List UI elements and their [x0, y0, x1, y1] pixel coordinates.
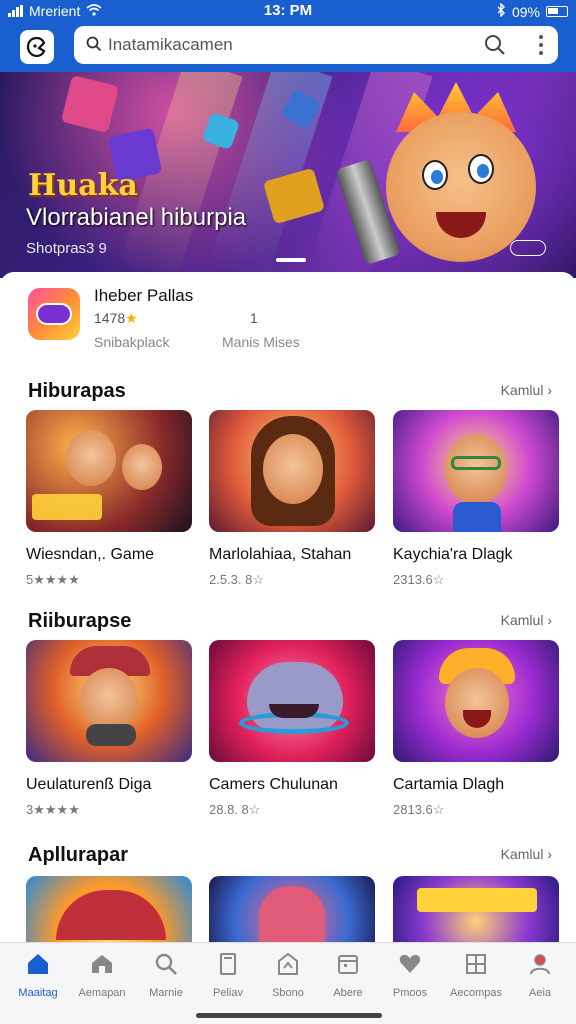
- search-icon: [153, 951, 179, 977]
- featured-app-meta: Manis Mises: [222, 334, 300, 350]
- banner-caption: Shotpras3 9: [26, 240, 107, 257]
- see-more-link[interactable]: Kamlul ›: [501, 382, 552, 398]
- calendar-icon: [335, 951, 361, 977]
- chevron-right-icon: ›: [547, 612, 552, 628]
- featured-app-rating: 1478★: [94, 310, 138, 326]
- nav-item-store[interactable]: Aemapan: [70, 951, 134, 999]
- nav-item-calendar[interactable]: Abere: [316, 951, 380, 999]
- status-bar: Mrerient 13: PM 09%: [0, 0, 576, 22]
- section-header: Riiburapse Kamlul ›: [0, 610, 576, 634]
- app-logo-icon[interactable]: [20, 30, 54, 64]
- app-title: Ueulaturenß Diga: [26, 776, 152, 793]
- see-more-link[interactable]: Kamlul ›: [501, 612, 552, 628]
- chevron-right-icon: ›: [547, 846, 552, 862]
- app-thumbnail[interactable]: [26, 876, 192, 946]
- banner-title: Huaka: [28, 168, 138, 203]
- bluetooth-icon: [496, 2, 506, 20]
- heart-icon: [397, 951, 423, 977]
- home-icon: [25, 951, 51, 977]
- section-title: Hiburapas: [28, 380, 126, 402]
- star-icon: ★: [125, 310, 138, 326]
- nav-item-search[interactable]: Marnie: [134, 951, 198, 999]
- profile-icon: [527, 951, 553, 977]
- section-title: Aplluraрar: [28, 844, 129, 866]
- nav-item-profile[interactable]: Aeia: [508, 951, 572, 999]
- app-thumbnail: [393, 640, 559, 762]
- book-icon: [215, 951, 241, 977]
- app-title: Cartamia Dlagh: [393, 776, 505, 793]
- carousel-indicator[interactable]: [276, 258, 306, 262]
- app-title: Camers Chulunan: [209, 776, 338, 793]
- chevron-right-icon: ›: [547, 382, 552, 398]
- see-more-link[interactable]: Kamlul ›: [501, 846, 552, 862]
- status-time: 13: PM: [263, 2, 313, 19]
- content-sheet: Iheber Pallas 1478★ 1 Snibakplack Manis …: [0, 272, 576, 952]
- app-row: [0, 876, 576, 946]
- store-icon: [89, 951, 115, 977]
- app-title: Kaychia'ra Dlagk: [393, 546, 513, 563]
- app-row: Ueulaturenß Diga 3★★★★ Camers Chulunan 2…: [0, 640, 576, 830]
- featured-app[interactable]: Iheber Pallas 1478★ 1 Snibakplack Manis …: [0, 272, 576, 362]
- app-rating: 3★★★★: [26, 802, 80, 817]
- banner-badge-icon: [510, 240, 546, 256]
- section-header: Hiburapas Kamlul ›: [0, 380, 576, 404]
- bag-icon: [275, 951, 301, 977]
- home-indicator[interactable]: [196, 1013, 382, 1018]
- search-submit-icon[interactable]: [484, 34, 506, 61]
- app-thumbnail: [26, 410, 192, 532]
- app-thumbnail[interactable]: [209, 876, 375, 946]
- app-thumbnail: [209, 410, 375, 532]
- app-card[interactable]: Camers Chulunan 28.8. 8☆: [209, 640, 375, 830]
- app-card[interactable]: Marlolahiaa, Stahan 2.5.3. 8☆: [209, 410, 375, 600]
- search-icon: [86, 36, 102, 57]
- promo-banner[interactable]: Huaka Vlorrabianel hiburpia Shotpras3 9: [0, 72, 576, 278]
- featured-app-developer: Snibakplack: [94, 334, 170, 350]
- app-card[interactable]: Cartamia Dlagh 2813.6☆: [393, 640, 559, 830]
- app-rating: 2813.6☆: [393, 802, 445, 817]
- more-options-icon[interactable]: [538, 35, 544, 55]
- search-input[interactable]: [108, 32, 488, 58]
- featured-app-count: 1: [250, 310, 258, 326]
- app-row: Wiesndan,. Game 5★★★★ Marlolahiaa, Staha…: [0, 410, 576, 600]
- nav-item-bag[interactable]: Sbono: [256, 951, 320, 999]
- battery-icon: [546, 6, 568, 17]
- app-header: [0, 22, 576, 72]
- app-thumbnail: [26, 640, 192, 762]
- app-rating: 2313.6☆: [393, 572, 445, 587]
- section-title: Riiburapse: [28, 610, 132, 632]
- app-title: Wiesndan,. Game: [26, 546, 155, 563]
- featured-app-icon: [28, 288, 80, 340]
- section-header: Aplluraрar Kamlul ›: [0, 844, 576, 868]
- app-rating: 5★★★★: [26, 572, 80, 587]
- nav-item-favorites[interactable]: Pmoos: [378, 951, 442, 999]
- featured-app-name: Iheber Pallas: [94, 286, 194, 305]
- banner-subtitle: Vlorrabianel hiburpia: [26, 204, 247, 231]
- nav-item-apps[interactable]: Aecompas: [444, 951, 508, 999]
- grid-icon: [463, 951, 489, 977]
- bottom-navigation: Maaitag Aemapan Marnie Peliav Sbono Aber…: [0, 942, 576, 1024]
- app-thumbnail: [393, 410, 559, 532]
- app-card[interactable]: Wiesndan,. Game 5★★★★: [26, 410, 192, 600]
- battery-percent: 09%: [511, 3, 540, 20]
- app-rating: 28.8. 8☆: [209, 802, 261, 817]
- app-card[interactable]: Kaychia'ra Dlagk 2313.6☆: [393, 410, 559, 600]
- app-rating: 2.5.3. 8☆: [209, 572, 265, 587]
- app-card[interactable]: Ueulaturenß Diga 3★★★★: [26, 640, 192, 830]
- app-thumbnail: [209, 640, 375, 762]
- hero-character: [386, 112, 536, 262]
- nav-item-home[interactable]: Maaitag: [6, 951, 70, 999]
- nav-item-library[interactable]: Peliav: [196, 951, 260, 999]
- app-thumbnail[interactable]: [393, 876, 559, 946]
- app-title: Marlolahiaa, Stahan: [209, 546, 352, 563]
- search-bar[interactable]: [74, 26, 558, 64]
